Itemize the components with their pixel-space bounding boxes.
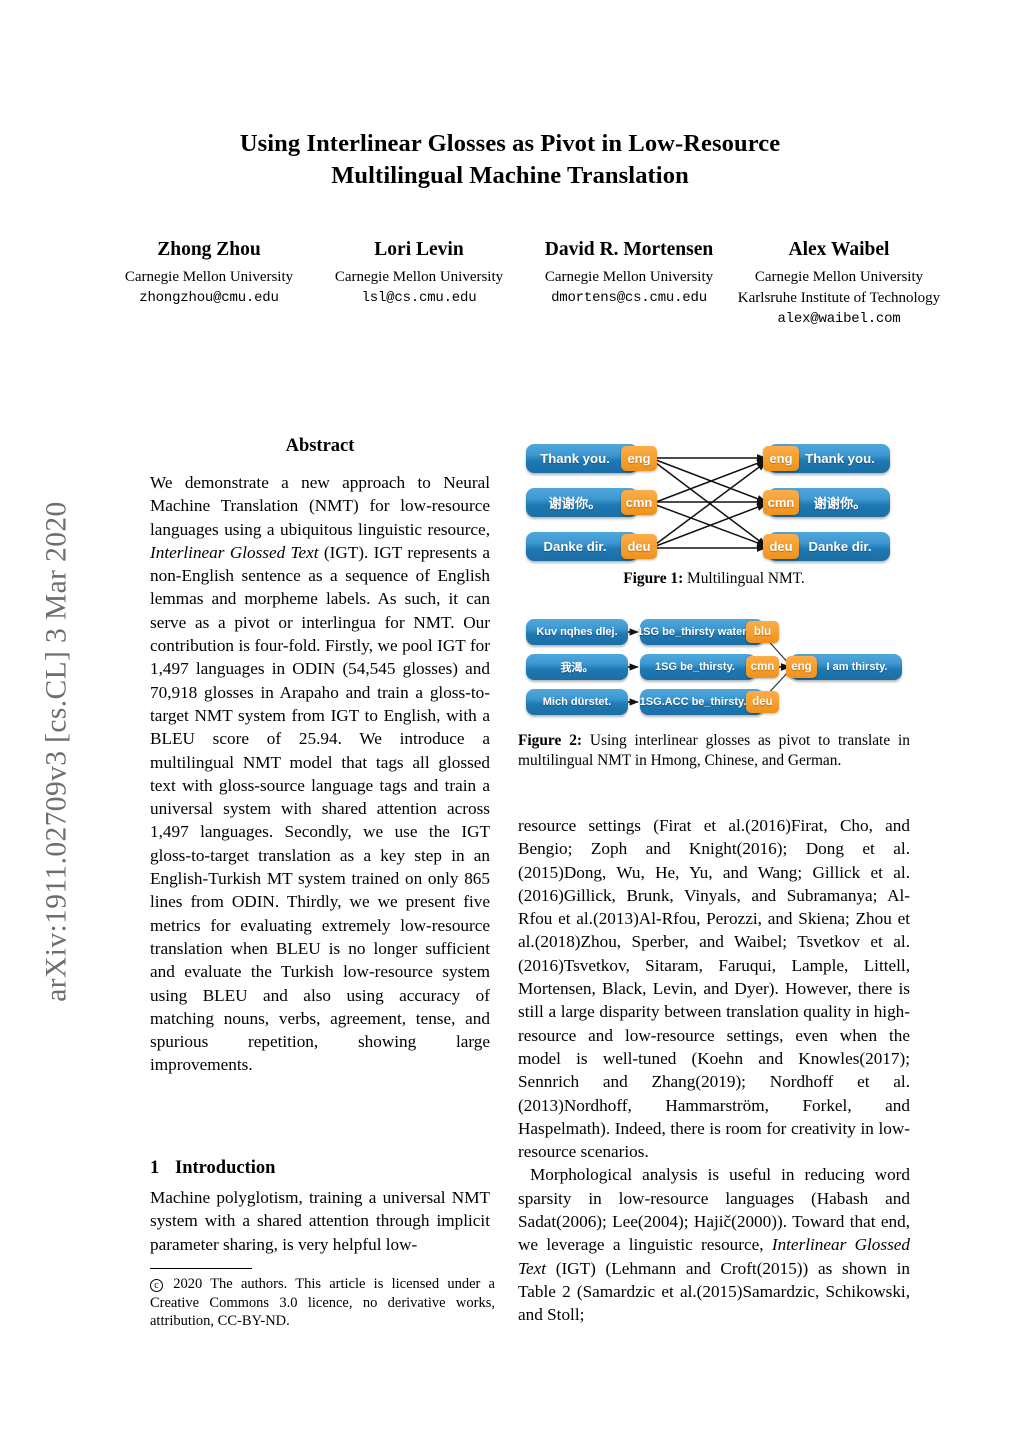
figure-2-source-node: Mich dürstet. <box>526 689 628 715</box>
author-list: Zhong Zhou Carnegie Mellon University zh… <box>104 238 944 330</box>
author-email[interactable]: zhongzhou@cmu.edu <box>104 288 314 309</box>
abstract-text: We demonstrate a new approach to Neural … <box>150 471 490 1077</box>
title-line-2: Multilingual Machine Translation <box>331 162 689 189</box>
node-label: Mich dürstet. <box>542 696 612 708</box>
tag-label: deu <box>752 696 773 708</box>
author-name: Lori Levin <box>374 239 464 260</box>
figure-2-gloss-tag: deu <box>746 691 779 713</box>
figure-1: Thank you. eng 谢谢你。 cmn Danke dir. deu T… <box>518 436 910 562</box>
node-label: Danke dir. <box>543 539 607 554</box>
tag-label: deu <box>769 539 793 554</box>
footnote-rule <box>150 1268 252 1270</box>
figure-1-source-tag: cmn <box>621 490 657 515</box>
node-label: 1SG be_thirsty. <box>655 661 735 673</box>
figure-1-diagram: Thank you. eng 谢谢你。 cmn Danke dir. deu T… <box>518 436 910 562</box>
figure-2-caption-label: Figure 2: <box>518 732 583 749</box>
abstract-italic-term: Interlinear Glossed Text <box>150 542 319 562</box>
figure-1-source-tag: eng <box>621 446 657 471</box>
abstract-heading: Abstract <box>285 436 355 456</box>
author-affiliation: Carnegie Mellon University <box>124 269 294 285</box>
author-block: Lori Levin Carnegie Mellon University ls… <box>314 238 524 330</box>
author-block: Zhong Zhou Carnegie Mellon University zh… <box>104 238 314 330</box>
figure-2-gloss-tag: blu <box>746 621 779 643</box>
figure-2-gloss-tag: cmn <box>746 656 779 678</box>
author-name: Zhong Zhou <box>157 239 261 260</box>
section-heading-introduction: 1 Introduction <box>150 1158 490 1179</box>
node-label: Danke dir. <box>808 539 872 554</box>
right-column-paragraph-1: resource settings (Firat et al.(2016)Fir… <box>518 816 910 1162</box>
figure-2-target-tag: eng <box>786 656 817 678</box>
node-label: Kuv nqhes dlej. <box>536 626 618 638</box>
introduction-paragraph: Machine polyglotism, training a universa… <box>150 1188 490 1254</box>
figure-2-diagram: Kuv nqhes dlej. 我渴。 Mich dürstet. 1SG be… <box>518 612 910 722</box>
footnote-body: 2020 The authors. This article is licens… <box>150 1276 495 1330</box>
node-label: Thank you. <box>540 451 610 466</box>
right-column: resource settings (Firat et al.(2016)Fir… <box>518 814 910 1327</box>
section-title: Introduction <box>175 1158 276 1178</box>
abstract-column: Abstract We demonstrate a new approach t… <box>150 436 490 1077</box>
author-email[interactable]: lsl@cs.cmu.edu <box>314 288 524 309</box>
figure-2-source-node: 我渴。 <box>526 654 628 680</box>
author-affiliation-secondary: Karlsruhe Institute of Technology <box>737 290 941 306</box>
introduction-section: 1 Introduction Machine polyglotism, train… <box>150 1158 490 1256</box>
right-column-paragraph-2: Morphological analysis is useful in redu… <box>518 1163 910 1326</box>
author-name: Alex Waibel <box>788 239 890 260</box>
figure-2-source-node: Kuv nqhes dlej. <box>526 619 628 645</box>
tag-label: cmn <box>767 495 795 510</box>
tag-label: deu <box>627 539 651 554</box>
author-email[interactable]: dmortens@cs.cmu.edu <box>524 288 734 309</box>
figure-1-target-tag: eng <box>763 446 799 471</box>
title-line-1: Using Interlinear Glosses as Pivot in Lo… <box>239 130 781 157</box>
figure-2: Kuv nqhes dlej. 我渴。 Mich dürstet. 1SG be… <box>518 612 910 722</box>
figure-1-target-tag: deu <box>763 534 799 559</box>
abstract-part-1: We demonstrate a new approach to Neural … <box>150 473 490 539</box>
author-email[interactable]: alex@waibel.com <box>734 309 944 330</box>
right-para-2-part-b: (IGT) (Lehmann and Croft(2015)) as shown… <box>518 1258 910 1325</box>
tag-label: eng <box>791 661 812 673</box>
figure-1-caption-text: Multilingual NMT. <box>683 570 805 587</box>
author-block: David R. Mortensen Carnegie Mellon Unive… <box>524 238 734 330</box>
node-label: 我渴。 <box>560 662 594 674</box>
footnote-text: c 2020 The authors. This article is lice… <box>150 1275 495 1331</box>
tag-label: cmn <box>625 495 653 510</box>
tag-label: blu <box>753 626 772 638</box>
author-block: Alex Waibel Carnegie Mellon University K… <box>734 238 944 330</box>
node-label: 1SG.ACC be_thirsty. <box>639 696 747 708</box>
tag-label: cmn <box>750 661 775 673</box>
author-affiliation: Carnegie Mellon University <box>754 269 924 285</box>
copyright-icon: c <box>150 1278 163 1292</box>
paper-page: Using Interlinear Glosses as Pivot in Lo… <box>0 0 1020 1442</box>
node-label: 谢谢你。 <box>548 496 602 511</box>
node-label: 谢谢你。 <box>813 496 867 511</box>
figure-1-target-tag: cmn <box>763 490 799 515</box>
author-affiliation: Carnegie Mellon University <box>544 269 714 285</box>
node-label: I am thirsty. <box>826 661 888 673</box>
node-label: 1SG be_thirsty water. <box>637 626 749 638</box>
author-name: David R. Mortensen <box>544 239 714 260</box>
figure-2-caption: Figure 2: Using interlinear glosses as p… <box>518 731 910 770</box>
tag-label: eng <box>769 451 793 466</box>
figure-1-caption: Figure 1: Multilingual NMT. <box>518 569 910 589</box>
figure-1-caption-label: Figure 1: <box>623 570 684 587</box>
tag-label: eng <box>627 451 651 466</box>
node-label: Thank you. <box>805 451 875 466</box>
section-number: 1 <box>150 1158 160 1178</box>
author-affiliation: Carnegie Mellon University <box>334 269 504 285</box>
abstract-part-2: (IGT). IGT represents a non-English sent… <box>150 542 490 1075</box>
figure-1-source-tag: deu <box>621 534 657 559</box>
page-title: Using Interlinear Glosses as Pivot in Lo… <box>110 128 910 192</box>
figure-2-gloss-node: 1SG be_thirsty. <box>640 654 756 680</box>
copyright-footnote: c 2020 The authors. This article is lice… <box>150 1268 495 1331</box>
